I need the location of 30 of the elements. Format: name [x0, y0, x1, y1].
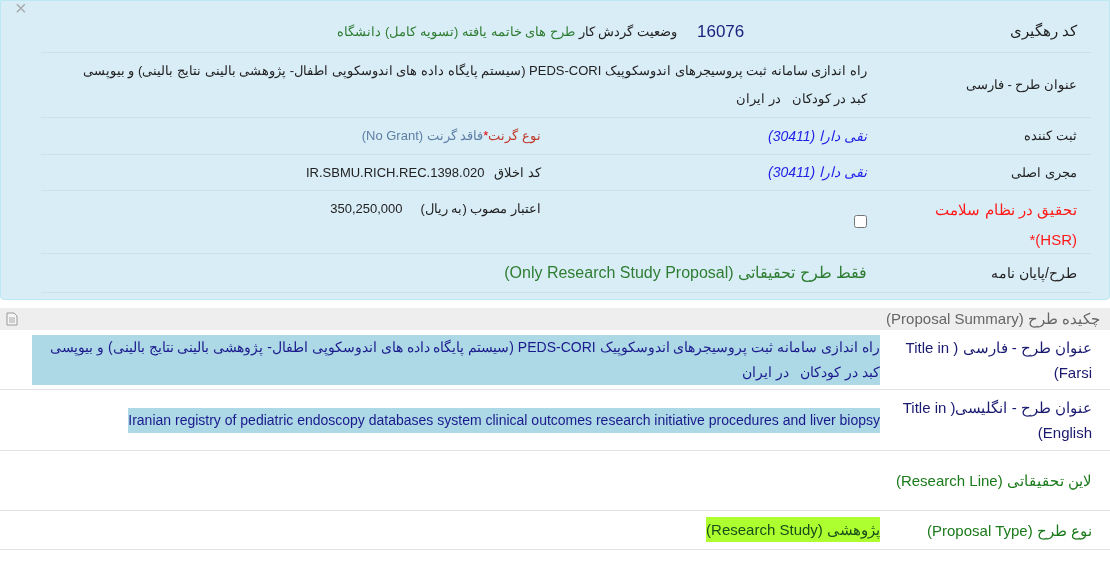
field-label: نوع گرنت — [488, 127, 541, 146]
highlighted-value: راه اندازی سامانه ثبت پروسیجرهای اندوسکوپیک PEDS-CORI (سیستم پایگاه داده های اندوسکوپی اطفال- پژوهشی بالینی نتایج بالینی) و بیوپسی کبد در کودکان در ایران — [32, 334, 880, 385]
hsr-label: تحقیق در نظام سلامت (HSR)* — [934, 200, 1078, 250]
field-label: عنوان طرح - فارسی ( Title in Farsi) — [904, 337, 1093, 383]
proposal-kind-value: فقط طرح تحقیقاتی (Only Research Study Proposal) — [503, 263, 867, 284]
budget-value: 350,250,000 — [330, 200, 403, 218]
field-label: کد اخلاق — [494, 163, 541, 182]
document-icon — [6, 312, 18, 326]
highlighted-value: پژوهشی (Research Study) — [706, 517, 880, 542]
field-label: عنوان طرح - انگلیسی( Title in English) — [901, 398, 1093, 443]
field-label: عنوان طرح - فارسی — [964, 76, 1078, 95]
field-label: کد رهگیری — [1008, 21, 1078, 42]
field-label: ثبت کننده — [1023, 127, 1078, 146]
person-link[interactable]: نقی دارا (30411) — [691, 125, 867, 147]
highlighted-value: Iranian registry of pediatric endoscopy databases system clinical outcomes research initiative procedures and liver biopsy — [128, 407, 880, 433]
field-label: نوع طرح (Proposal Type) — [926, 520, 1093, 542]
person-link[interactable]: نقی دارا (30411) — [691, 162, 867, 183]
workflow-status: طرح های خاتمه یافته (تسویه کامل) دانشگاه — [337, 22, 575, 42]
field-label: لاین تحقیقاتی (Research Line) — [894, 471, 1093, 492]
hsr-checkbox[interactable] — [854, 215, 867, 228]
field-label: مجری اصلی — [1010, 163, 1078, 182]
field-label: وضعیت گردش کار — [578, 22, 677, 42]
field-label: طرح/پایان نامه — [990, 263, 1078, 284]
title-value: راه اندازی سامانه ثبت پروسیجرهای اندوسکوپیک PEDS-CORI (سیستم پایگاه داده های اندوسکوپی اطفال- پژوهشی بالینی نتایج بالینی) و بیوپسی کبد در کودکان در ایران — [81, 62, 867, 109]
tracking-code: 16076 — [696, 20, 746, 43]
grant-value: فاقد گرنت (No Grant) — [361, 127, 484, 146]
section-title: چکیده طرح (Proposal Summary) — [886, 308, 1100, 330]
ethics-code: IR.SBMU.RICH.REC.1398.020 — [305, 163, 485, 182]
required-mark: * — [483, 127, 489, 146]
field-label: اعتبار مصوب (به ریال) — [420, 200, 541, 219]
